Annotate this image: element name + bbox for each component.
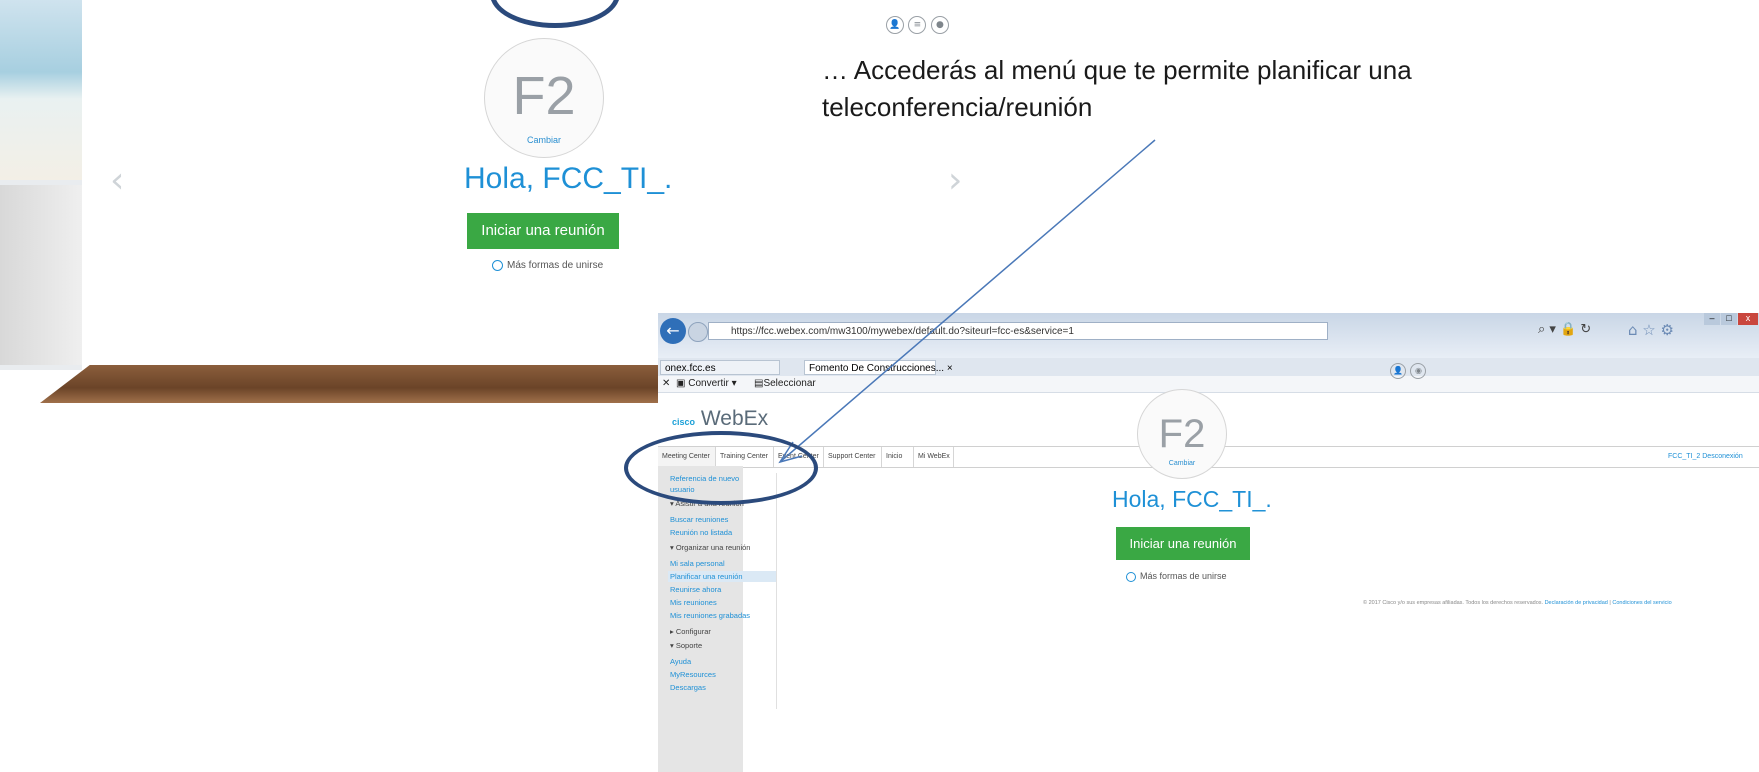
highlight-ellipse [624,431,818,505]
annotation-arrow-line [779,139,1156,463]
annotation-overlay [778,139,1156,464]
